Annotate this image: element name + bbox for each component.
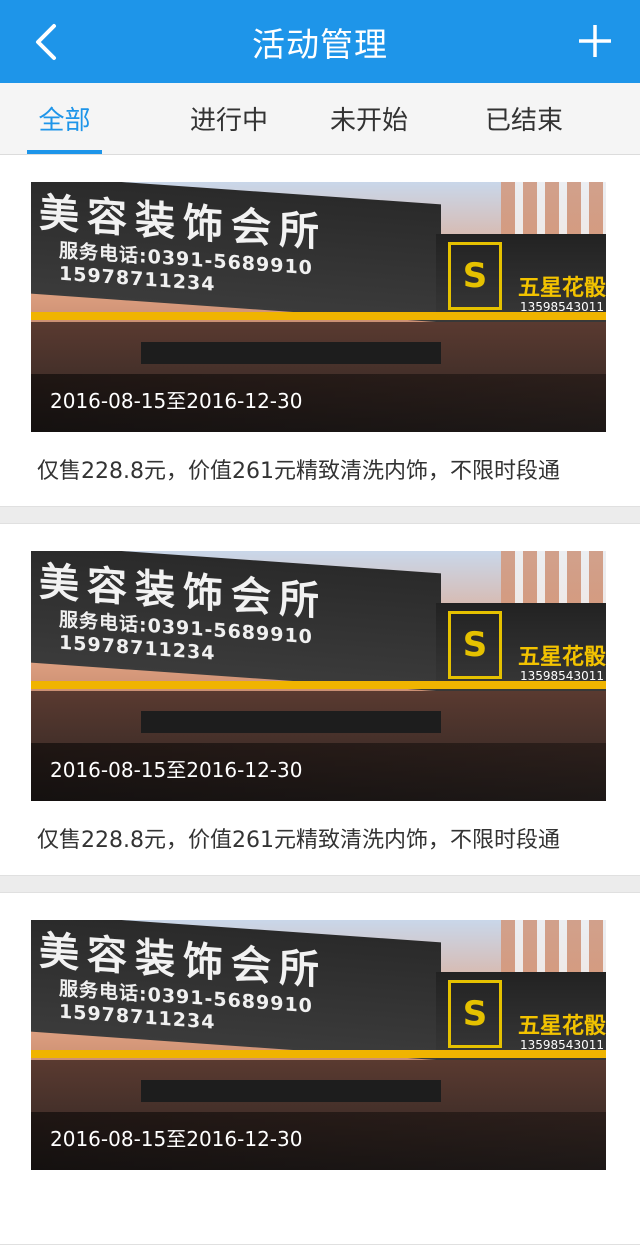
activity-image: 美容装饰会所 服务电话:0391-5689910 15978711234 S 五…	[31, 182, 606, 432]
tab-in-progress[interactable]: 进行中	[180, 83, 278, 154]
activity-image: 美容装饰会所 服务电话:0391-5689910 15978711234 S 五…	[31, 920, 606, 1170]
shop-sign: 美容装饰会所 服务电话:0391-5689910 15978711234	[31, 182, 441, 323]
building-background	[501, 920, 606, 980]
activity-card[interactable]: 美容装饰会所 服务电话:0391-5689910 15978711234 S 五…	[0, 155, 640, 507]
plus-icon[interactable]	[576, 22, 614, 60]
building-background	[501, 551, 606, 611]
filter-tabs: 全部 进行中 未开始 已结束	[0, 83, 640, 155]
brand-name: 五星花骰	[518, 645, 606, 670]
activity-list: 美容装饰会所 服务电话:0391-5689910 15978711234 S 五…	[0, 155, 640, 1245]
brand-name: 五星花骰	[518, 1014, 606, 1039]
sign-trim	[31, 1050, 606, 1058]
tab-not-started[interactable]: 未开始	[320, 83, 418, 154]
chevron-left-icon[interactable]	[28, 22, 64, 62]
activity-card[interactable]: 美容装饰会所 服务电话:0391-5689910 15978711234 S 五…	[0, 523, 640, 876]
active-tab-indicator	[27, 150, 102, 154]
brand-logo-icon: S	[448, 980, 502, 1048]
activity-date: 2016-08-15至2016-12-30	[50, 758, 303, 782]
activity-description: 仅售228.8元，价值261元精致清洗内饰，不限时段通	[37, 828, 560, 853]
brand-name: 五星花骰	[518, 276, 606, 301]
shop-sign: 美容装饰会所 服务电话:0391-5689910 15978711234	[31, 920, 441, 1061]
tab-ended[interactable]: 已结束	[475, 83, 573, 154]
activity-date: 2016-08-15至2016-12-30	[50, 389, 303, 413]
shop-sign: 美容装饰会所 服务电话:0391-5689910 15978711234	[31, 551, 441, 692]
tab-label: 已结束	[484, 106, 563, 136]
building-background	[501, 182, 606, 242]
sign-trim	[31, 312, 606, 320]
tab-label: 全部	[38, 106, 91, 136]
activity-card[interactable]: 美容装饰会所 服务电话:0391-5689910 15978711234 S 五…	[0, 892, 640, 1245]
page-title: 活动管理	[252, 24, 388, 64]
tab-label: 进行中	[189, 106, 268, 136]
brand-logo-icon: S	[448, 242, 502, 310]
activity-description	[31, 1170, 606, 1244]
tab-all[interactable]: 全部	[27, 83, 102, 154]
tab-label: 未开始	[329, 106, 408, 136]
sign-trim	[31, 681, 606, 689]
top-bar: 活动管理	[0, 0, 640, 83]
brand-logo-icon: S	[448, 611, 502, 679]
activity-description: 仅售228.8元，价值261元精致清洗内饰，不限时段通	[37, 459, 560, 484]
activity-date: 2016-08-15至2016-12-30	[50, 1127, 303, 1151]
activity-image: 美容装饰会所 服务电话:0391-5689910 15978711234 S 五…	[31, 551, 606, 801]
